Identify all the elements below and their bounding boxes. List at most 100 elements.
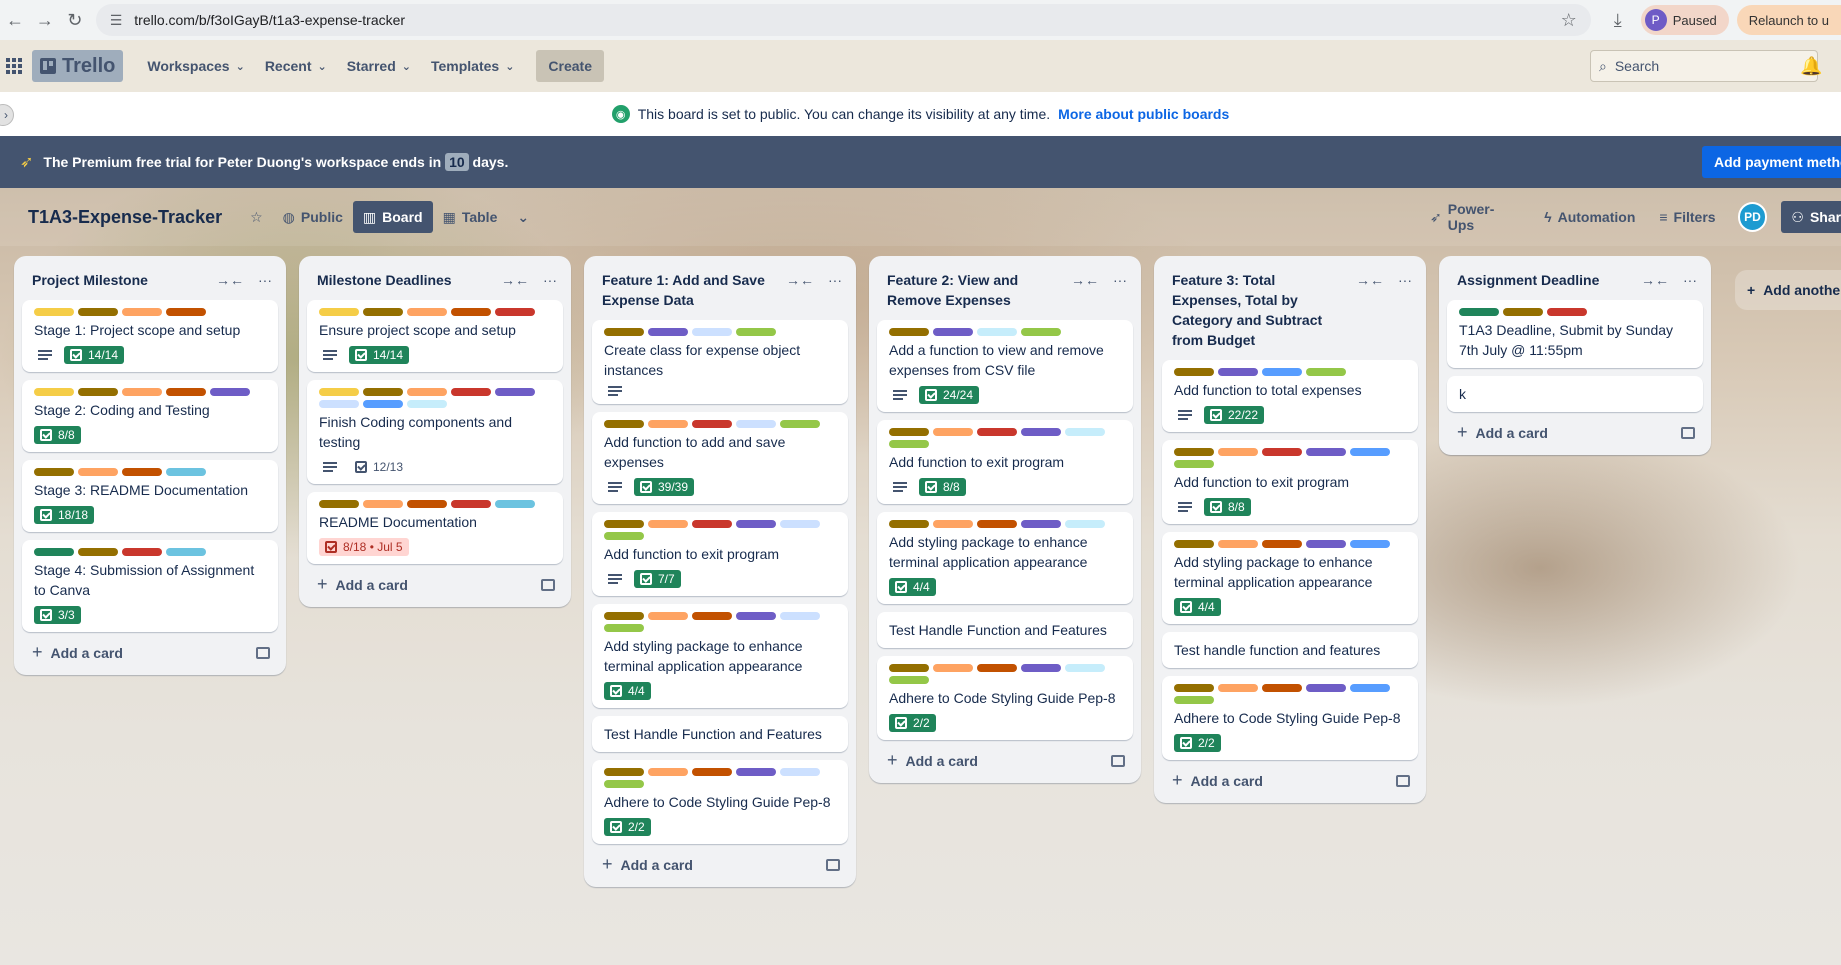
card[interactable]: Test handle function and features <box>1162 632 1418 668</box>
menu-workspaces[interactable]: Workspaces ⌄ <box>139 50 252 82</box>
card[interactable]: Finish Coding components and testing 12/1… <box>307 380 563 484</box>
more-options-icon[interactable]: ··· <box>258 272 272 288</box>
label-olive[interactable] <box>363 388 403 396</box>
card-template-icon[interactable] <box>256 646 270 659</box>
label-purple[interactable] <box>1306 448 1346 456</box>
label-purple[interactable] <box>1306 684 1346 692</box>
more-options-icon[interactable]: ··· <box>828 272 842 288</box>
app-switcher-icon[interactable] <box>4 56 24 76</box>
relaunch-button[interactable]: Relaunch to u <box>1736 5 1841 35</box>
label-orange[interactable] <box>648 612 688 620</box>
visibility-button[interactable]: ◍ Public <box>273 201 353 233</box>
card[interactable]: Add a function to view and remove expens… <box>877 320 1133 412</box>
list-title[interactable]: Assignment Deadline <box>1457 270 1641 290</box>
card[interactable]: Test Handle Function and Features <box>877 612 1133 648</box>
card[interactable]: Add function to exit program 8/8 <box>877 420 1133 504</box>
label-olive[interactable] <box>363 308 403 316</box>
forward-icon[interactable]: → <box>30 5 60 35</box>
label-darkorange[interactable] <box>692 612 732 620</box>
more-options-icon[interactable]: ··· <box>1683 272 1697 288</box>
label-olive[interactable] <box>1174 540 1214 548</box>
list-column[interactable]: Feature 3: Total Expenses, Total by Cate… <box>1154 256 1426 803</box>
label-olive[interactable] <box>1174 448 1214 456</box>
label-olive[interactable] <box>889 520 929 528</box>
automation-button[interactable]: ϟ Automation <box>1534 201 1645 233</box>
bookmark-star-icon[interactable]: ☆ <box>1561 10 1577 31</box>
label-purple[interactable] <box>1021 520 1061 528</box>
label-darkorange[interactable] <box>166 388 206 396</box>
filters-button[interactable]: ≡ Filters <box>1649 201 1725 233</box>
label-orange[interactable] <box>122 308 162 316</box>
card[interactable]: Add function to exit program 7/7 <box>592 512 848 596</box>
share-button[interactable]: ⚇Share <box>1781 201 1841 233</box>
label-lightsky[interactable] <box>1065 520 1105 528</box>
label-lime[interactable] <box>780 420 820 428</box>
profile-paused-button[interactable]: P Paused <box>1640 5 1729 35</box>
collapse-list-icon[interactable]: →← <box>1641 272 1669 288</box>
address-bar[interactable]: ☰ trello.com/b/f3oIGayB/t1a3-expense-tra… <box>95 4 1591 36</box>
label-purple[interactable] <box>648 328 688 336</box>
label-orange[interactable] <box>78 468 118 476</box>
label-lime[interactable] <box>1021 328 1061 336</box>
powerups-button[interactable]: ➶ Power-Ups <box>1420 201 1530 233</box>
label-darkorange[interactable] <box>122 468 162 476</box>
label-orange[interactable] <box>1218 540 1258 548</box>
label-lime[interactable] <box>604 532 644 540</box>
create-button[interactable]: Create <box>536 50 604 82</box>
label-blue[interactable] <box>1350 448 1390 456</box>
table-view-button[interactable]: ▦ Table <box>433 201 508 233</box>
label-sky[interactable] <box>166 548 206 556</box>
card[interactable]: Adhere to Code Styling Guide Pep-8 2/2 <box>1162 676 1418 760</box>
label-orange[interactable] <box>933 664 973 672</box>
card[interactable]: Stage 2: Coding and Testing 8/8 <box>22 380 278 452</box>
more-options-icon[interactable]: ··· <box>1113 272 1127 288</box>
label-orange[interactable] <box>1218 448 1258 456</box>
card[interactable]: Add styling package to enhance terminal … <box>1162 532 1418 624</box>
collapse-list-icon[interactable]: →← <box>501 272 529 288</box>
label-blue[interactable] <box>363 400 403 408</box>
label-darkorange[interactable] <box>166 308 206 316</box>
card-template-icon[interactable] <box>1681 426 1695 439</box>
label-darkorange[interactable] <box>1262 540 1302 548</box>
label-red[interactable] <box>451 500 491 508</box>
label-darkorange[interactable] <box>977 664 1017 672</box>
card[interactable]: T1A3 Deadline, Submit by Sunday 7th July… <box>1447 300 1703 368</box>
label-lightsky[interactable] <box>977 328 1017 336</box>
label-purple[interactable] <box>1021 664 1061 672</box>
label-olive[interactable] <box>604 420 644 428</box>
label-purple[interactable] <box>933 328 973 336</box>
menu-templates[interactable]: Templates ⌄ <box>423 50 522 82</box>
search-input[interactable]: ⌕ Search <box>1590 50 1818 82</box>
add-payment-button[interactable]: Add payment metho <box>1702 146 1841 178</box>
trello-logo[interactable]: Trello <box>32 50 124 82</box>
label-red[interactable] <box>122 548 162 556</box>
label-darkorange[interactable] <box>451 308 491 316</box>
card[interactable]: Add function to add and save expenses 39/… <box>592 412 848 504</box>
list-column[interactable]: Feature 1: Add and Save Expense Data →← ··… <box>584 256 856 887</box>
label-purple[interactable] <box>1218 368 1258 376</box>
card[interactable]: Adhere to Code Styling Guide Pep-8 2/2 <box>877 656 1133 740</box>
label-purple[interactable] <box>1021 428 1061 436</box>
board-view-button[interactable]: ▥ Board <box>352 201 433 233</box>
add-card-button[interactable]: + Add a card <box>22 632 278 667</box>
label-lime[interactable] <box>1306 368 1346 376</box>
public-boards-link[interactable]: More about public boards <box>1058 106 1229 122</box>
label-purple[interactable] <box>495 388 535 396</box>
label-red[interactable] <box>692 420 732 428</box>
label-olive[interactable] <box>78 548 118 556</box>
card[interactable]: Stage 3: README Documentation 18/18 <box>22 460 278 532</box>
label-olive[interactable] <box>604 612 644 620</box>
label-yellow[interactable] <box>34 388 74 396</box>
back-icon[interactable]: ← <box>0 5 30 35</box>
label-darkorange[interactable] <box>977 520 1017 528</box>
collapse-list-icon[interactable]: →← <box>786 272 814 288</box>
collapse-list-icon[interactable]: →← <box>1356 272 1384 288</box>
reload-icon[interactable]: ↻ <box>60 5 90 35</box>
label-red[interactable] <box>451 388 491 396</box>
label-orange[interactable] <box>363 500 403 508</box>
card-template-icon[interactable] <box>541 578 555 591</box>
notifications-icon[interactable]: 🔔 <box>1800 56 1822 77</box>
card[interactable]: Adhere to Code Styling Guide Pep-8 2/2 <box>592 760 848 844</box>
label-lightblue[interactable] <box>780 612 820 620</box>
views-chevron-icon[interactable]: ⌄ <box>507 201 539 233</box>
